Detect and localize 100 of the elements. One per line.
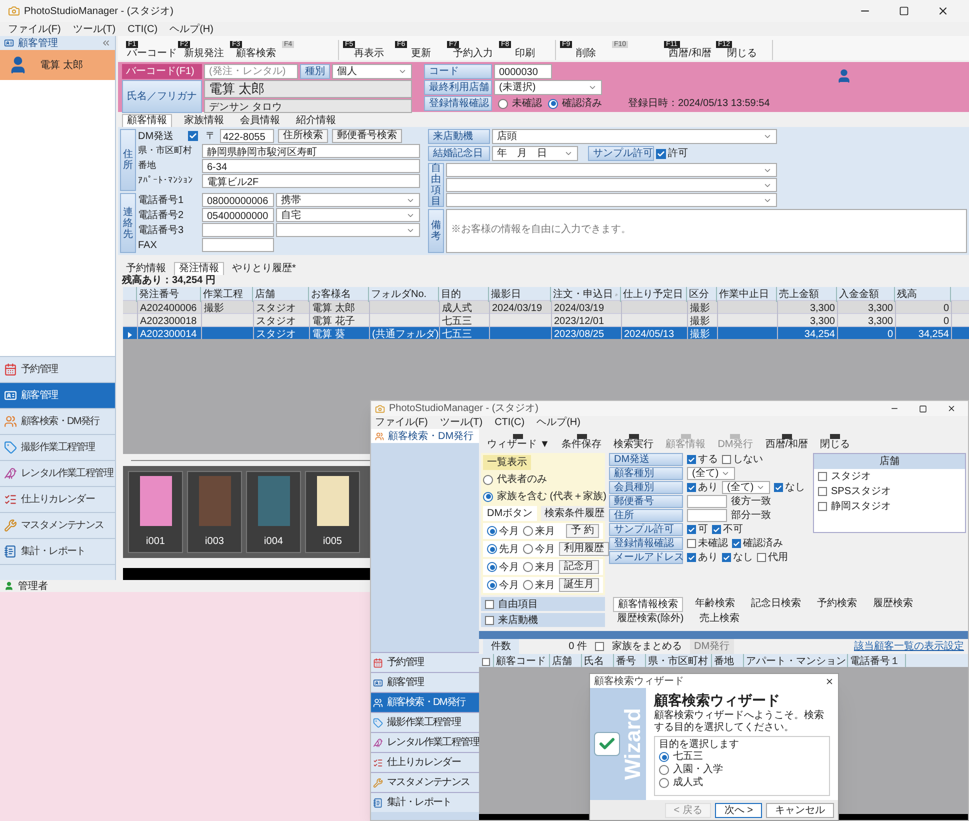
nav-item[interactable]: マスタメンテナンス: [0, 512, 115, 538]
table-row[interactable]: A202300018 スタジオ 電算 花子 七五三 2023/12/01 撮影 3,300 3,300 0: [123, 313, 969, 326]
month-button[interactable]: 予 約: [566, 524, 599, 538]
nav-item[interactable]: 仕上りカレンダー: [0, 486, 115, 512]
checkbox[interactable]: [722, 455, 731, 464]
radio-button[interactable]: [548, 98, 558, 108]
phone-field[interactable]: [202, 223, 274, 237]
menu-item[interactable]: CTI(C): [128, 22, 158, 36]
nav-item[interactable]: 予約管理: [0, 356, 115, 382]
radio-button[interactable]: [659, 752, 669, 762]
tab[interactable]: 会員情報: [236, 115, 284, 127]
criteria-option[interactable]: 自由項目: [481, 597, 605, 611]
menu-item[interactable]: ファイル(F): [375, 415, 428, 430]
tab[interactable]: 顧客情報検索: [613, 597, 683, 612]
nav-item[interactable]: 顧客検索・DM発行: [371, 692, 479, 712]
checkbox[interactable]: [687, 483, 696, 492]
checkbox[interactable]: [722, 553, 731, 562]
maximize-icon[interactable]: [919, 404, 927, 412]
tab[interactable]: 予約検索: [813, 597, 861, 612]
dialog-button[interactable]: 次へ >: [715, 802, 762, 818]
checkbox[interactable]: [818, 487, 827, 496]
dropdown[interactable]: [276, 223, 420, 237]
dropdown[interactable]: (全て): [722, 481, 770, 494]
month-button[interactable]: 記念月: [559, 560, 599, 574]
menu-item[interactable]: ヘルプ(H): [170, 22, 214, 36]
settings-link[interactable]: 該当顧客一覧の表示設定: [854, 639, 964, 654]
checkbox[interactable]: [687, 455, 696, 464]
toolbar-button[interactable]: 条件保存: [562, 434, 602, 451]
checkbox[interactable]: [656, 148, 666, 158]
nav-item[interactable]: 集計・レポート: [371, 792, 479, 812]
close-icon[interactable]: [947, 404, 956, 413]
toolbar-button[interactable]: ウィザード ▼: [487, 434, 550, 451]
radio-button[interactable]: [487, 544, 497, 554]
menu-item[interactable]: ツール(T): [440, 415, 483, 430]
tab[interactable]: DMボタン: [483, 506, 537, 521]
search-button[interactable]: 郵便番号検索: [332, 129, 402, 143]
dropdown[interactable]: 自宅: [276, 208, 420, 222]
radio-button[interactable]: [483, 492, 493, 502]
radio-button[interactable]: [523, 526, 533, 536]
nav-item[interactable]: 仕上りカレンダー: [371, 752, 479, 772]
customer-item[interactable]: 電算 太郎: [0, 50, 115, 80]
nav-item[interactable]: 顧客検索・DM発行: [0, 408, 115, 434]
nav-item[interactable]: 顧客管理: [0, 382, 115, 408]
radio-button[interactable]: [659, 765, 669, 775]
radio-button[interactable]: [523, 544, 533, 554]
phone-field[interactable]: 08000000006: [202, 193, 274, 207]
thumbnail-card[interactable]: i003: [187, 471, 242, 553]
tab[interactable]: 履歴検索: [869, 597, 917, 612]
menu-item[interactable]: ツール(T): [72, 22, 116, 36]
radio-button[interactable]: [483, 474, 493, 484]
kana-field[interactable]: デンサン タロウ: [204, 99, 412, 113]
thumbnail-card[interactable]: i004: [246, 471, 301, 553]
dropdown[interactable]: 店頭: [492, 129, 777, 144]
thumbnail-card[interactable]: i001: [128, 471, 183, 553]
radio-button[interactable]: [498, 98, 508, 108]
table-row[interactable]: A202300014 スタジオ 電算 葵 (共通フォルダ) 七五三 2023/08/25 2024/05/13 撮影 34,254 0 34,254: [123, 326, 969, 339]
radio-button[interactable]: [487, 562, 497, 572]
nav-item[interactable]: 撮影作業工程管理: [0, 434, 115, 460]
checkbox[interactable]: [687, 525, 696, 534]
tab[interactable]: 紹介情報: [292, 115, 340, 127]
radio-button[interactable]: [487, 580, 497, 590]
dropdown[interactable]: [446, 193, 777, 207]
tab[interactable]: 年齢検索: [691, 597, 739, 612]
dialog-button[interactable]: キャンセル: [766, 802, 834, 818]
menu-item[interactable]: CTI(C): [494, 415, 525, 430]
input-field[interactable]: 電算ビル2F: [202, 174, 420, 188]
input-field[interactable]: [687, 495, 727, 508]
menu-item[interactable]: ヘルプ(H): [536, 415, 580, 430]
thumbnail-card[interactable]: i005: [305, 471, 360, 553]
input-field[interactable]: 静岡県静岡市駿河区寿町: [202, 144, 420, 158]
note-field[interactable]: ※お客様の情報を自由に入力できます。: [446, 209, 967, 253]
checkbox[interactable]: [732, 539, 741, 548]
checkbox[interactable]: [818, 502, 827, 511]
checkbox[interactable]: [188, 131, 198, 141]
checkbox[interactable]: [687, 539, 696, 548]
tab[interactable]: 記念日検索: [747, 597, 805, 612]
criteria-option[interactable]: 来店動機: [481, 613, 605, 627]
fax-field[interactable]: [202, 238, 274, 252]
menu-item[interactable]: ファイル(F): [8, 22, 61, 36]
postal-field[interactable]: 422-8055: [220, 129, 274, 143]
nav-item[interactable]: 予約管理: [371, 652, 479, 672]
tab[interactable]: 売上検索: [696, 612, 744, 625]
month-button[interactable]: 利用履歴: [559, 542, 609, 556]
input-field[interactable]: [687, 509, 727, 522]
input-field[interactable]: 6-34: [202, 159, 420, 173]
dropdown[interactable]: [446, 163, 777, 177]
nav-item[interactable]: 撮影作業工程管理: [371, 712, 479, 732]
checkbox[interactable]: [757, 553, 766, 562]
barcode-field[interactable]: (発注・レンタル): [204, 64, 298, 79]
checkbox[interactable]: [687, 553, 696, 562]
dropdown[interactable]: 携帯: [276, 193, 420, 207]
checkbox[interactable]: [818, 472, 827, 481]
nav-item[interactable]: 顧客管理: [371, 672, 479, 692]
nav-item[interactable]: レンタル作業工程管理: [0, 460, 115, 486]
toolbar-button[interactable]: 検索実行: [614, 434, 654, 451]
month-button[interactable]: 誕生月: [559, 578, 599, 592]
tab[interactable]: 発注情報: [174, 262, 224, 275]
toolbar-button[interactable]: 西暦/和暦: [765, 434, 808, 451]
checkbox[interactable]: [712, 525, 721, 534]
dropdown[interactable]: [446, 178, 777, 192]
